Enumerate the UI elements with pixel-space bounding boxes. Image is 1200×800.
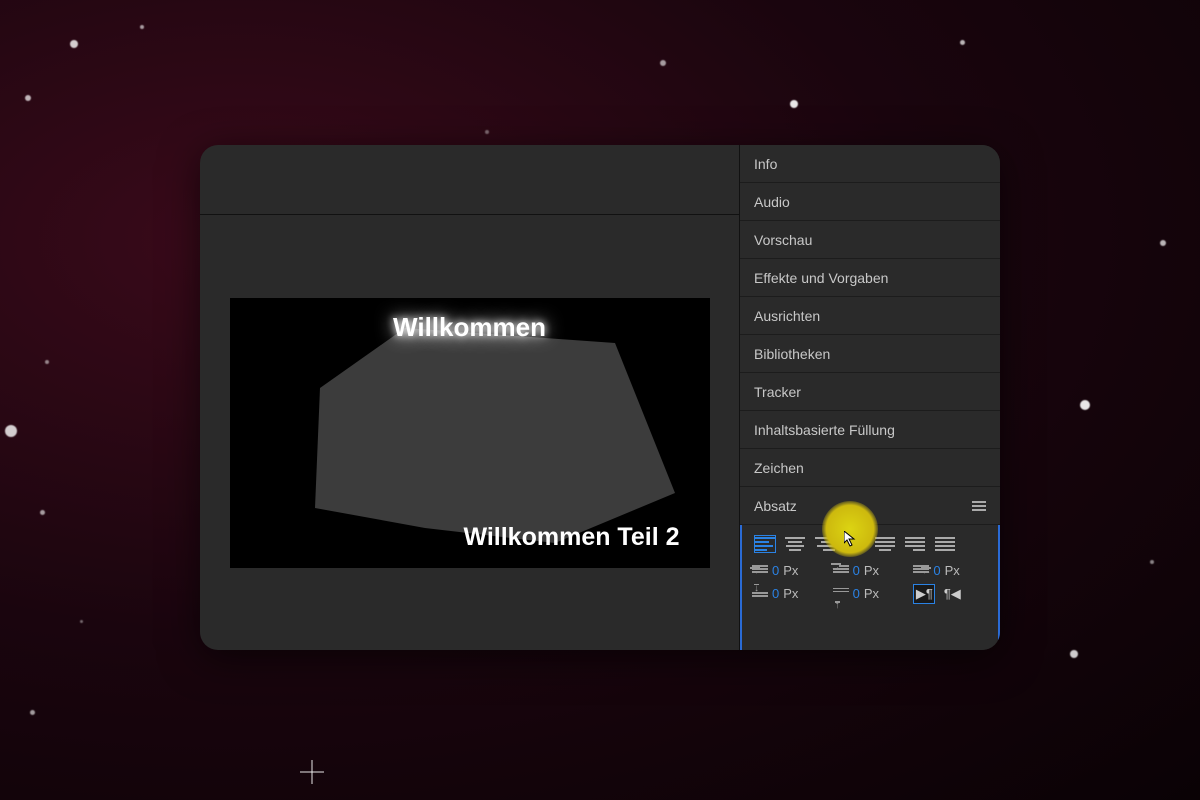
alignment-row xyxy=(750,535,990,553)
panel-tab-align[interactable]: Ausrichten xyxy=(740,297,1000,335)
panel-label: Ausrichten xyxy=(754,308,820,324)
space-after-value[interactable]: 0 xyxy=(853,586,860,601)
indent-right-value[interactable]: 0 xyxy=(933,563,940,578)
panel-label: Effekte und Vorgaben xyxy=(754,270,888,286)
panel-tab-paragraph[interactable]: Absatz xyxy=(740,487,1000,525)
text-layer-subtitle: Willkommen Teil 2 xyxy=(230,523,710,552)
star xyxy=(80,620,83,623)
justify-last-center-button[interactable] xyxy=(874,535,896,553)
star xyxy=(485,130,489,134)
composition-pane: Willkommen Willkommen Teil 2 xyxy=(200,145,740,650)
panel-label: Vorschau xyxy=(754,232,812,248)
justify-last-left-button[interactable] xyxy=(844,535,866,553)
indent-right-field[interactable]: ← 0 Px xyxy=(913,563,990,578)
unit-label: Px xyxy=(945,563,960,578)
space-after-field[interactable]: ↑ 0 Px xyxy=(833,582,910,604)
panel-tab-tracker[interactable]: Tracker xyxy=(740,373,1000,411)
indent-left-icon: → xyxy=(752,564,768,578)
panel-label: Zeichen xyxy=(754,460,804,476)
unit-label: Px xyxy=(783,586,798,601)
star xyxy=(5,425,17,437)
first-line-indent-value[interactable]: 0 xyxy=(853,563,860,578)
panel-tab-preview[interactable]: Vorschau xyxy=(740,221,1000,259)
star xyxy=(960,40,965,45)
panel-label: Info xyxy=(754,156,777,172)
star xyxy=(40,510,45,515)
align-center-button[interactable] xyxy=(784,535,806,553)
app-window: Willkommen Willkommen Teil 2 Info Audio … xyxy=(200,145,1000,650)
paragraph-panel-body: → 0 Px → 0 Px ← 0 Px ↓ 0 Px xyxy=(740,525,1000,650)
space-before-icon: ↓ xyxy=(752,586,768,600)
star xyxy=(70,40,78,48)
composition-viewport[interactable]: Willkommen Willkommen Teil 2 xyxy=(200,215,739,650)
space-before-field[interactable]: ↓ 0 Px xyxy=(752,582,829,604)
panel-tab-character[interactable]: Zeichen xyxy=(740,449,1000,487)
text-layer-title: Willkommen xyxy=(230,312,710,343)
ltr-button[interactable]: ▶¶ xyxy=(913,584,935,604)
panel-tab-info[interactable]: Info xyxy=(740,145,1000,183)
unit-label: Px xyxy=(864,586,879,601)
crosshair-icon xyxy=(300,760,324,784)
indent-left-value[interactable]: 0 xyxy=(772,563,779,578)
star xyxy=(790,100,798,108)
star xyxy=(25,95,31,101)
composition-header xyxy=(200,145,739,215)
spacing-grid: → 0 Px → 0 Px ← 0 Px ↓ 0 Px xyxy=(750,563,990,604)
panel-label: Audio xyxy=(754,194,790,210)
side-panel-stack: Info Audio Vorschau Effekte und Vorgaben… xyxy=(740,145,1000,650)
rtl-button[interactable]: ¶◀ xyxy=(941,584,963,604)
star xyxy=(1150,560,1154,564)
star xyxy=(660,60,666,66)
star xyxy=(140,25,144,29)
justify-last-right-button[interactable] xyxy=(904,535,926,553)
composition-canvas[interactable]: Willkommen Willkommen Teil 2 xyxy=(230,298,710,568)
panel-menu-icon[interactable] xyxy=(972,499,986,513)
panel-label: Bibliotheken xyxy=(754,346,830,362)
text-direction-group: ▶¶ ¶◀ xyxy=(913,582,990,604)
panel-tab-contentfill[interactable]: Inhaltsbasierte Füllung xyxy=(740,411,1000,449)
star xyxy=(30,710,35,715)
star xyxy=(1070,650,1078,658)
star xyxy=(1080,400,1090,410)
align-left-button[interactable] xyxy=(754,535,776,553)
align-right-button[interactable] xyxy=(814,535,836,553)
space-after-icon: ↑ xyxy=(833,586,849,600)
panel-tab-audio[interactable]: Audio xyxy=(740,183,1000,221)
panel-label: Inhaltsbasierte Füllung xyxy=(754,422,895,438)
star xyxy=(45,360,49,364)
first-line-indent-icon: → xyxy=(833,564,849,578)
panel-label: Tracker xyxy=(754,384,801,400)
panel-tab-effects[interactable]: Effekte und Vorgaben xyxy=(740,259,1000,297)
unit-label: Px xyxy=(864,563,879,578)
space-before-value[interactable]: 0 xyxy=(772,586,779,601)
indent-left-field[interactable]: → 0 Px xyxy=(752,563,829,578)
first-line-indent-field[interactable]: → 0 Px xyxy=(833,563,910,578)
panel-label: Absatz xyxy=(754,498,797,514)
unit-label: Px xyxy=(783,563,798,578)
justify-all-button[interactable] xyxy=(934,535,956,553)
panel-tab-libraries[interactable]: Bibliotheken xyxy=(740,335,1000,373)
star xyxy=(1160,240,1166,246)
indent-right-icon: ← xyxy=(913,564,929,578)
